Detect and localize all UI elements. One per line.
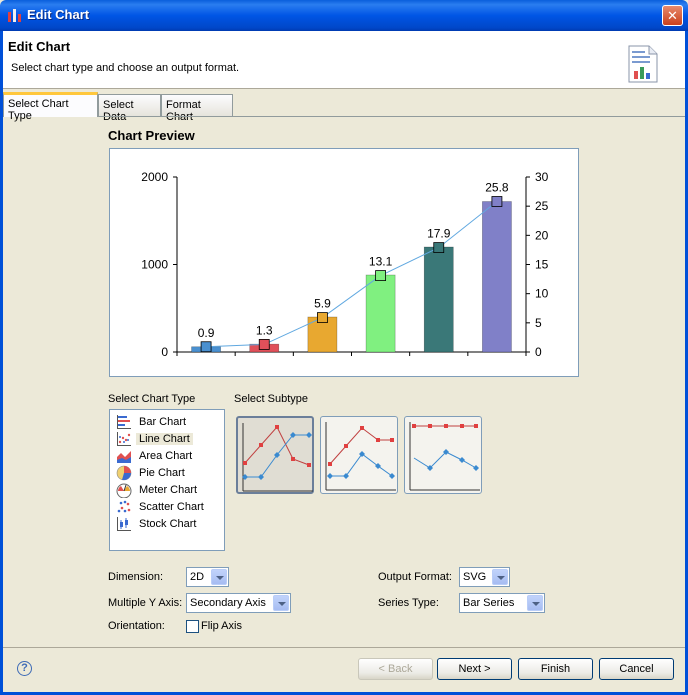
series-type-select[interactable]: Bar Series [459, 593, 545, 613]
meter-chart-icon [116, 483, 132, 498]
wizard-header: Edit Chart Select chart type and choose … [3, 31, 685, 89]
subtype-3-preview [409, 422, 480, 491]
chart-document-icon [628, 45, 658, 83]
chevron-down-icon[interactable] [492, 569, 508, 585]
y-right-tick-label: 25 [535, 199, 549, 213]
select-subtype-label: Select Subtype [234, 393, 308, 405]
list-item-area-chart[interactable]: Area Chart [114, 448, 202, 465]
back-button[interactable]: < Back [358, 658, 433, 680]
data-label: 5.9 [314, 297, 331, 311]
chart-preview-title: Chart Preview [108, 128, 195, 143]
y-right-tick-label: 0 [535, 345, 542, 359]
chart-type-list[interactable]: Bar Chart Line Chart Area Chart Pie Char… [109, 409, 225, 551]
data-label: 0.9 [198, 326, 215, 340]
subtype-option-1[interactable] [236, 416, 314, 494]
area-chart-icon [117, 451, 131, 463]
data-label: 13.1 [369, 255, 393, 269]
chart-app-icon [8, 9, 21, 22]
list-item-meter-chart[interactable]: Meter Chart [114, 482, 202, 499]
series-type-value: Bar Series [463, 597, 515, 609]
line-point-marker [200, 341, 212, 353]
bar-chart-icon [117, 415, 131, 429]
data-label: 1.3 [256, 323, 273, 337]
subtype-option-2[interactable] [320, 416, 398, 494]
cancel-button[interactable]: Cancel [599, 658, 674, 680]
chevron-down-icon[interactable] [527, 595, 543, 611]
chart-preview: 0 1000 2000 0 5 10 15 20 25 30 0.9 1.3 5.9 13.1 17.9 25… [109, 148, 579, 377]
next-button[interactable]: Next > [437, 658, 512, 680]
list-item-bar-chart[interactable]: Bar Chart [114, 414, 202, 431]
dimension-label: Dimension: [108, 571, 164, 583]
y-left-tick-label: 0 [161, 345, 168, 359]
help-icon[interactable]: ? [17, 661, 32, 676]
output-format-select[interactable]: SVG [459, 567, 510, 587]
bar [365, 274, 396, 353]
finish-button[interactable]: Finish [518, 658, 593, 680]
multiple-y-axis-select[interactable]: Secondary Axis [186, 593, 291, 613]
line-point-marker [491, 196, 503, 207]
y-right-tick-label: 5 [535, 316, 542, 330]
dimension-value: 2D [190, 571, 205, 583]
list-item-pie-chart[interactable]: Pie Chart [114, 465, 202, 482]
flip-axis-label[interactable]: Flip Axis [201, 620, 242, 632]
output-format-value: SVG [463, 571, 487, 583]
list-item-stock-chart[interactable]: Stock Chart [114, 516, 202, 533]
line-point-marker [317, 312, 328, 323]
line-chart-icon [117, 432, 131, 446]
list-item-line-chart[interactable]: Line Chart [114, 431, 202, 448]
chart-preview-svg: 0 1000 2000 0 5 10 15 20 25 30 0.9 1.3 5.9 13.1 17.9 25… [141, 170, 549, 359]
footer-separator [3, 647, 685, 648]
window-title: Edit Chart [27, 7, 90, 22]
dimension-select[interactable]: 2D [186, 567, 229, 587]
close-button[interactable]: ✕ [662, 5, 683, 26]
output-format-label: Output Format: [378, 571, 452, 583]
subtype-option-3[interactable] [404, 416, 482, 494]
line-point-marker [433, 242, 445, 253]
multiple-y-axis-label: Multiple Y Axis: [108, 597, 183, 609]
y-right-tick-label: 10 [535, 287, 549, 301]
header-description: Select chart type and choose an output f… [11, 62, 240, 74]
bar [482, 201, 512, 353]
subtype-2-preview [325, 422, 396, 491]
data-label: 17.9 [427, 227, 451, 241]
select-chart-type-label: Select Chart Type [108, 393, 196, 405]
tab-format-chart[interactable]: Format Chart [161, 94, 233, 123]
y-left-tick-label: 2000 [141, 170, 168, 184]
y-right-tick-label: 30 [535, 170, 549, 184]
data-label: 25.8 [485, 181, 509, 195]
header-title: Edit Chart [8, 39, 71, 54]
tab-select-data[interactable]: Select Data [98, 94, 161, 123]
chevron-down-icon[interactable] [273, 595, 289, 611]
pie-chart-icon [116, 465, 132, 481]
orientation-label: Orientation: [108, 620, 165, 632]
line-point-marker [375, 270, 386, 281]
bar [423, 246, 454, 353]
list-item-scatter-chart[interactable]: Scatter Chart [114, 499, 204, 516]
series-type-label: Series Type: [378, 597, 439, 609]
y-right-tick-label: 20 [535, 228, 549, 242]
multiple-y-axis-value: Secondary Axis [190, 597, 266, 609]
stock-chart-icon [117, 517, 131, 531]
y-left-tick-label: 1000 [141, 258, 168, 272]
chevron-down-icon[interactable] [211, 569, 227, 585]
subtype-1-preview [242, 423, 313, 492]
title-bar: Edit Chart ✕ [0, 0, 688, 31]
line-point-marker [258, 339, 270, 350]
y-right-tick-label: 15 [535, 258, 549, 272]
flip-axis-checkbox[interactable] [186, 620, 199, 633]
scatter-chart-icon [117, 500, 131, 513]
tab-select-chart-type[interactable]: Select Chart Type [3, 92, 98, 122]
